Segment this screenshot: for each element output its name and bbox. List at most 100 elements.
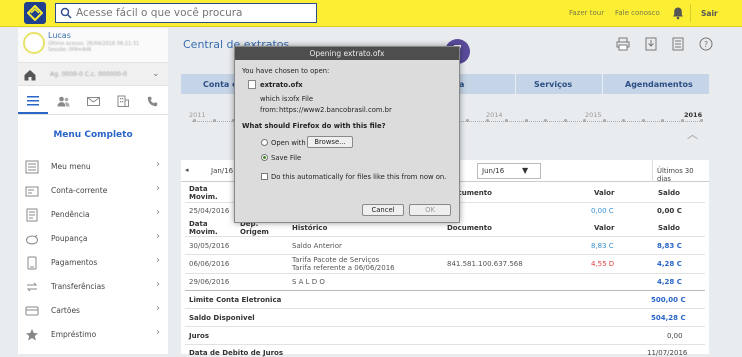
mail-icon[interactable] <box>85 93 101 109</box>
caret-up-icon: ︿ <box>687 128 698 141</box>
row-divider <box>185 236 705 237</box>
timeline-dot[interactable] <box>622 119 625 122</box>
summary-value: 0,00 <box>667 332 683 340</box>
tab-agendamentos[interactable]: Agendamentos <box>625 80 693 89</box>
sidebar-item-meu-menu[interactable]: Meu menu › <box>18 155 168 179</box>
year-2015[interactable]: 2015 <box>585 111 602 119</box>
tour-link[interactable]: Fazer tour <box>569 9 604 17</box>
timeline-dot[interactable] <box>193 119 196 122</box>
download-icon[interactable] <box>644 37 658 51</box>
chevron-down-icon[interactable]: ⌄ <box>152 69 160 79</box>
sidebar-item-label: Poupança <box>51 234 88 243</box>
timeline-dot[interactable] <box>485 119 489 122</box>
timeline-dot[interactable] <box>641 119 645 122</box>
sidebar-item-cartoes[interactable]: Cartões › <box>18 299 168 323</box>
timeline-dot[interactable] <box>602 119 606 122</box>
menu-lines-icon[interactable] <box>25 93 41 109</box>
user-name: Lucas <box>48 31 71 40</box>
timeline-dot[interactable] <box>505 119 508 122</box>
year-2014[interactable]: 2014 <box>486 111 503 119</box>
row-divider <box>185 344 705 345</box>
sidebar-item-label: Pendência <box>51 210 90 219</box>
bell-icon[interactable] <box>671 6 685 20</box>
last-30-days-button[interactable]: Últimos 30 dias <box>657 167 709 183</box>
row-documento: 841.581.100.637.568 <box>447 260 523 268</box>
month-select-value: Jun/16 <box>482 167 505 175</box>
chevron-right-icon: › <box>156 159 160 170</box>
auto-checkbox-label[interactable]: Do this automatically for files like thi… <box>271 173 446 181</box>
tab-servicos[interactable]: Serviços <box>534 80 572 89</box>
summary-label: Limite Conta Eletronica <box>189 296 282 304</box>
open-with-radio[interactable] <box>261 139 268 146</box>
browse-button[interactable]: Browse... <box>307 136 353 148</box>
mymenu-icon <box>25 160 39 174</box>
cancel-button[interactable]: Cancel <box>362 204 404 216</box>
chevron-right-icon: › <box>156 279 160 290</box>
help-icon[interactable]: ? <box>699 37 713 51</box>
logout-button[interactable]: Sair <box>701 9 718 18</box>
session-text: Sessão: 0f4m4d6 <box>48 47 92 53</box>
tab-divider <box>602 74 603 94</box>
account-selector[interactable]: Ag. 0000-0 C.c. 000000-0 ⌄ <box>18 62 168 86</box>
phone-icon[interactable] <box>144 93 160 109</box>
active-tab-indicator <box>18 112 48 114</box>
profile-card: Lucas Último acesso: 26/04/2016 06:21:31… <box>18 28 168 62</box>
row-date: 30/05/2016 <box>189 242 230 250</box>
timeline-dot[interactable] <box>680 119 684 122</box>
timeline-dot[interactable] <box>563 119 567 122</box>
save-file-label[interactable]: Save File <box>271 154 301 162</box>
save-file-radio[interactable] <box>261 154 268 161</box>
month-prev-label[interactable]: Jan/16 <box>211 167 233 175</box>
ok-button[interactable]: OK <box>409 204 451 216</box>
session-info: Último acesso: 26/04/2016 06:21:31 Sessã… <box>48 41 139 53</box>
row-saldo: 4,28 C <box>657 260 682 268</box>
sidebar-item-emprestimo[interactable]: Empréstimo › <box>18 323 168 347</box>
open-file-dialog: Opening extrato.ofx You have chosen to o… <box>234 46 460 223</box>
year-2011[interactable]: 2011 <box>189 111 206 119</box>
sidebar-item-poupanca[interactable]: Poupança › <box>18 227 168 251</box>
col-header-historico: Histórico <box>292 224 328 232</box>
document-icon[interactable] <box>671 37 685 51</box>
summary-label: Juros <box>189 332 210 340</box>
contact-link[interactable]: Fale conosco <box>615 9 660 17</box>
building-icon[interactable] <box>115 93 131 109</box>
timeline-dot[interactable] <box>466 119 469 122</box>
row-divider <box>185 273 705 274</box>
search-input[interactable] <box>76 7 316 19</box>
sidebar-item-label: Conta-corrente <box>51 186 108 195</box>
timeline-dot[interactable] <box>544 119 547 122</box>
month-select[interactable]: Jun/16 ▼ <box>477 163 541 179</box>
open-with-label[interactable]: Open with <box>271 139 306 147</box>
prev-month-arrow-icon[interactable]: ◂ <box>185 166 189 174</box>
auto-checkbox[interactable] <box>261 173 268 180</box>
tab-conta-corrente[interactable]: Conta c <box>203 80 237 89</box>
sidebar-item-conta-corrente[interactable]: Conta-corrente › <box>18 179 168 203</box>
which-is-value: ofx File <box>289 95 314 103</box>
from-label: from: <box>260 106 279 114</box>
sidebar-item-label: Empréstimo <box>51 330 97 339</box>
print-icon[interactable] <box>616 37 630 51</box>
sidebar-item-transferencias[interactable]: Transferências › <box>18 275 168 299</box>
avatar[interactable] <box>23 32 45 54</box>
row-historico: Saldo Anterior <box>292 242 342 250</box>
sidebar-item-pendencia[interactable]: Pendência › <box>18 203 168 227</box>
sidebar-item-pagamentos[interactable]: Pagamentos › <box>18 251 168 275</box>
chevron-right-icon: › <box>156 207 160 218</box>
col-header-valor: Valor <box>594 224 615 232</box>
timeline-dot[interactable] <box>583 119 586 122</box>
timeline-dot[interactable] <box>524 119 528 122</box>
timeline-dot[interactable] <box>661 119 664 122</box>
timeline-dot[interactable] <box>212 119 216 122</box>
home-icon[interactable] <box>23 68 37 82</box>
users-icon[interactable] <box>55 93 71 109</box>
search-box[interactable] <box>55 3 317 23</box>
year-2016[interactable]: 2016 <box>684 111 702 119</box>
account-icon <box>25 184 39 198</box>
row-divider <box>185 308 705 309</box>
sidebar-item-label: Cartões <box>51 306 80 315</box>
timeline-dot[interactable] <box>700 119 703 122</box>
banco-logo-icon[interactable] <box>24 2 46 24</box>
col-header-data: Data Movim. <box>189 185 218 201</box>
row-historico: Tarifa Pacote de Serviços <box>292 256 380 264</box>
row-historico-detail: Tarifa referente a 06/06/2016 <box>292 264 395 272</box>
